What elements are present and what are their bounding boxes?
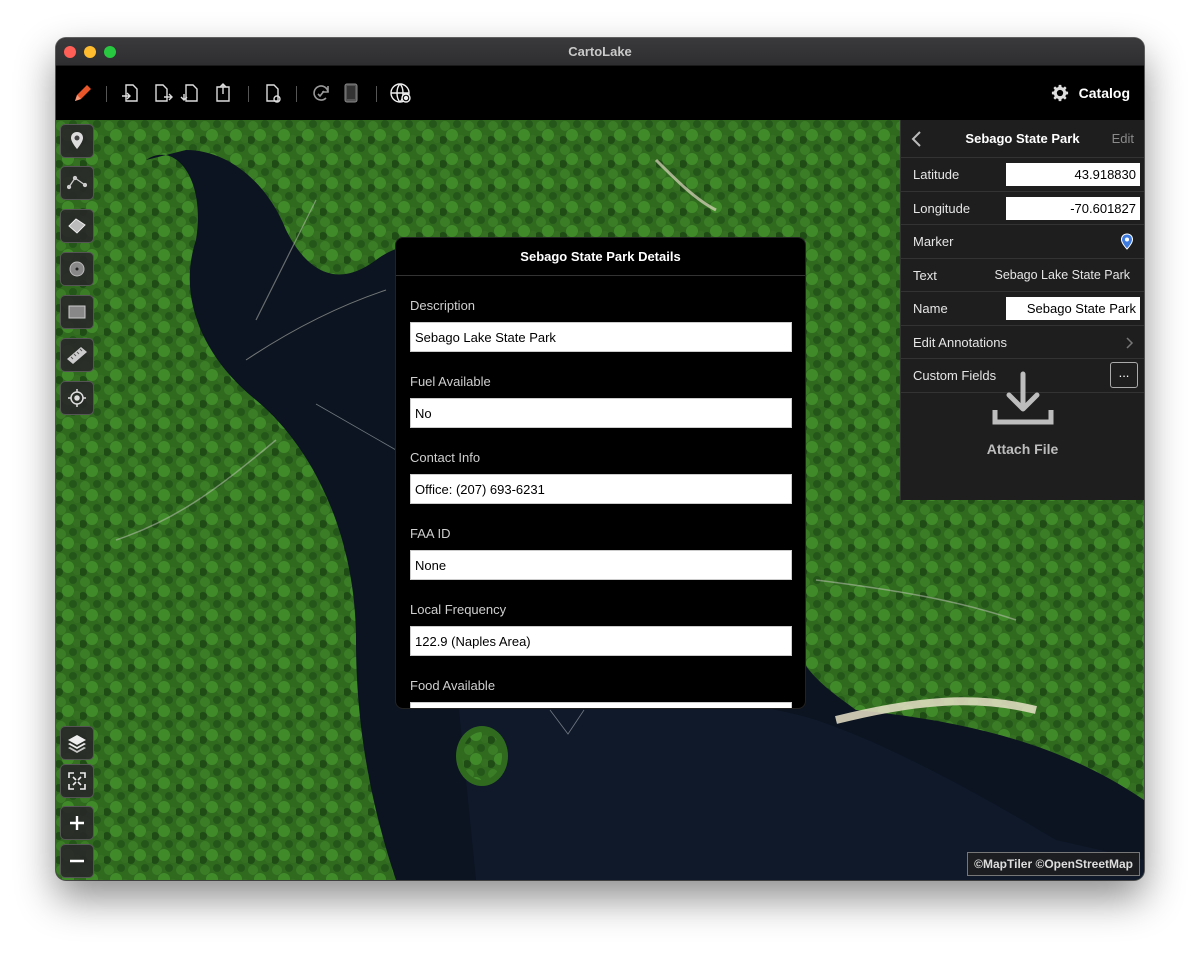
window-title: CartoLake [568,44,632,59]
circle-icon [69,261,85,277]
draw-polygon-button[interactable] [60,209,94,243]
contact-info-input[interactable]: Office: (207) 693-6231 [410,474,792,504]
details-dialog: Sebago State Park Details Description Se… [395,237,806,709]
tablet-icon[interactable] [338,80,364,106]
marker-label: Marker [913,234,954,249]
text-label: Text [913,267,937,283]
text-value: Sebago Lake State Park [994,267,1130,282]
download-icon [992,371,1053,425]
edit-annotations-label: Edit Annotations [913,334,1007,350]
app-window: CartoLake Catalog ©MapTiler ©OpenStreetM… [56,38,1144,880]
catalog-label: Catalog [1078,85,1130,101]
panel-header: Sebago State Park Edit [901,120,1144,158]
export-file-icon[interactable] [150,80,176,106]
edit-annotations-row[interactable]: Edit Annotations [901,326,1144,359]
map-attribution[interactable]: ©MapTiler ©OpenStreetMap [967,852,1140,876]
field-label: Food Available [410,678,496,693]
contact-info-field: Contact Info Office: (207) 693-6231 [410,450,792,504]
longitude-input[interactable]: -70.601827 [1006,196,1140,220]
download-file-icon[interactable] [178,80,204,106]
ruler-icon [67,347,87,364]
pencil-icon[interactable] [70,80,96,106]
fit-extent-icon [68,772,86,790]
fuel-available-input[interactable]: No [410,398,792,428]
layers-icon [68,735,86,753]
faa-id-input[interactable]: None [410,550,792,580]
local-frequency-input[interactable]: 122.9 (Naples Area) [410,626,792,656]
title-bar: CartoLake [56,38,1144,66]
attach-file-label: Attach File [986,441,1059,457]
measure-button[interactable] [60,338,94,372]
globe-settings-icon[interactable] [388,80,414,106]
field-label: FAA ID [410,526,451,541]
layers-button[interactable] [60,726,94,760]
attach-file-button[interactable]: Attach File [901,370,1144,490]
close-window-button[interactable] [64,46,76,58]
description-field: Description Sebago Lake State Park [410,298,792,352]
minus-icon [70,859,84,863]
edit-button[interactable]: Edit [1112,120,1134,158]
file-settings-icon[interactable] [260,80,286,106]
crosshair-icon [68,389,86,407]
dialog-title: Sebago State Park Details [396,238,805,276]
field-label: Contact Info [410,450,481,465]
place-marker-button[interactable] [60,124,94,158]
maximize-window-button[interactable] [104,46,116,58]
name-input[interactable]: Sebago State Park [1006,297,1140,320]
import-file-icon[interactable] [118,80,144,106]
latitude-input[interactable]: 43.918830 [1006,163,1140,186]
main-toolbar: Catalog [56,66,1144,120]
draw-circle-button[interactable] [60,252,94,286]
name-label: Name [913,301,948,316]
rectangle-icon [68,305,86,319]
name-row: Name Sebago State Park [901,292,1144,326]
faa-id-field: FAA ID None [410,526,792,580]
map-pin-icon [71,132,83,149]
marker-pin-icon[interactable] [1120,233,1134,251]
polyline-icon [67,175,87,190]
polygon-icon [68,218,86,234]
gear-icon [1051,84,1068,102]
share-file-icon[interactable] [210,80,236,106]
catalog-button[interactable]: Catalog [1051,80,1130,106]
text-row[interactable]: Text Sebago Lake State Park [901,259,1144,292]
field-label: Fuel Available [410,374,491,389]
minimize-window-button[interactable] [84,46,96,58]
food-available-input[interactable] [410,702,792,708]
fuel-available-field: Fuel Available No [410,374,792,428]
latitude-label: Latitude [913,167,960,182]
food-available-field: Food Available [410,678,792,708]
marker-row[interactable]: Marker [901,225,1144,259]
zoom-out-button[interactable] [60,844,94,878]
zoom-extent-button[interactable] [60,764,94,798]
field-label: Local Frequency [410,602,507,617]
chevron-right-icon [1126,336,1134,349]
feature-panel: Sebago State Park Edit Latitude 43.91883… [900,120,1144,500]
locate-me-button[interactable] [60,381,94,415]
longitude-label: Longitude [913,200,971,216]
latitude-row: Latitude 43.918830 [901,158,1144,192]
description-input[interactable]: Sebago Lake State Park [410,322,792,352]
local-frequency-field: Local Frequency 122.9 (Naples Area) [410,602,792,656]
draw-rectangle-button[interactable] [60,295,94,329]
panel-title: Sebago State Park [965,131,1080,146]
field-label: Description [410,298,476,313]
longitude-row: Longitude -70.601827 [901,192,1144,225]
zoom-in-button[interactable] [60,806,94,840]
plus-icon [70,816,84,830]
sync-icon[interactable] [308,80,334,106]
draw-line-button[interactable] [60,166,94,200]
